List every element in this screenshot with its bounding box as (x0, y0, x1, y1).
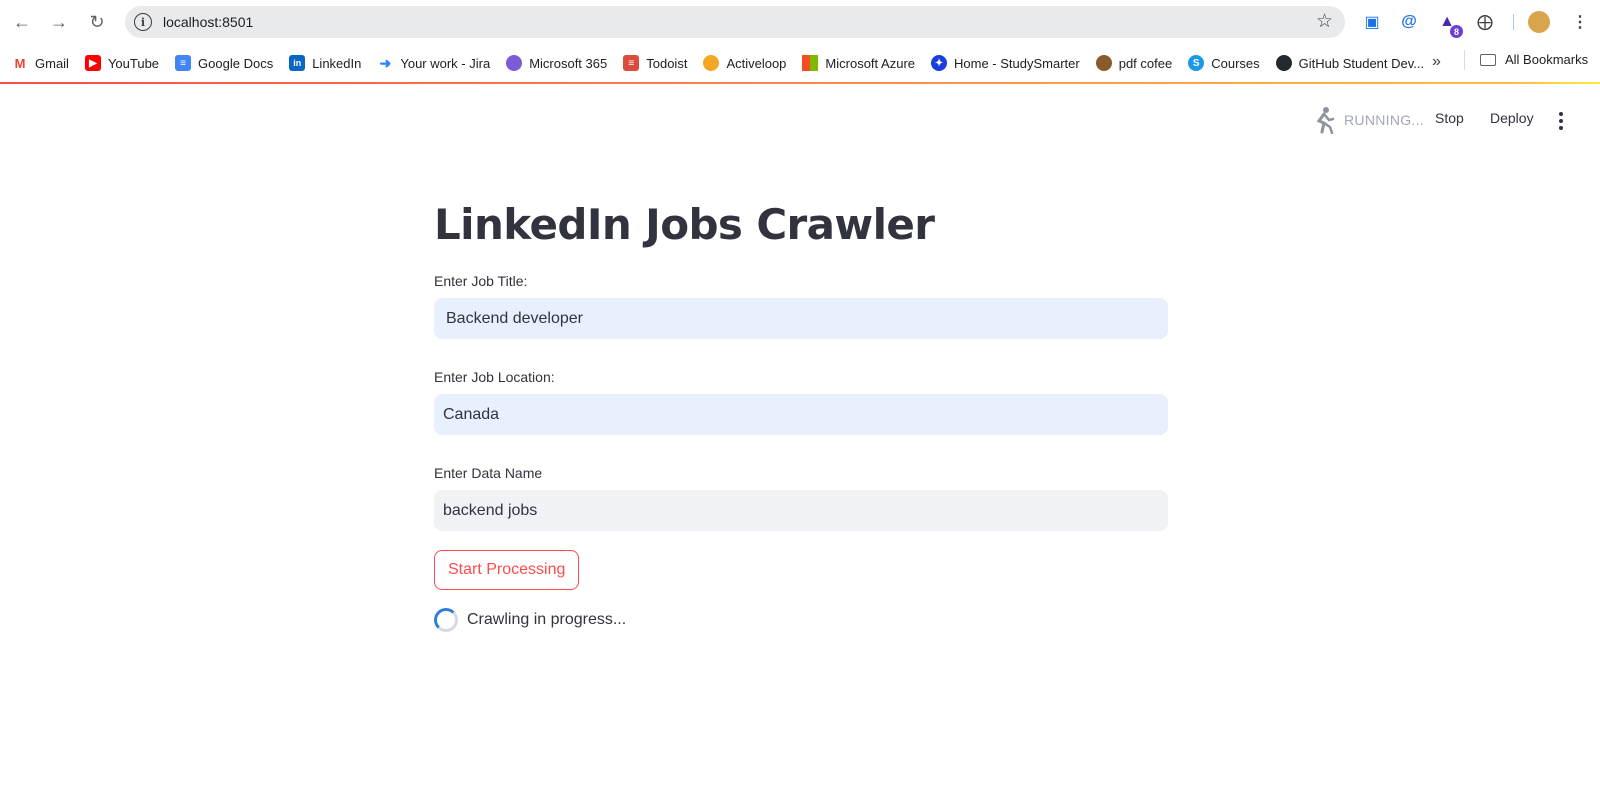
extension-cast-icon[interactable]: ▣ (1360, 10, 1384, 34)
url-text[interactable]: localhost:8501 (163, 14, 253, 30)
page-title: LinkedIn Jobs Crawler (434, 200, 935, 249)
bookmark-star-icon[interactable]: ☆ (1316, 10, 1333, 33)
bookmark-label: Your work - Jira (400, 55, 491, 71)
bookmark-label: LinkedIn (312, 55, 362, 71)
bookmark-label: Home - StudySmarter (954, 55, 1080, 71)
microsoft-azure-icon (802, 55, 819, 71)
job-title-label: Enter Job Title: (434, 273, 528, 289)
jira-icon: ➜ (379, 54, 392, 71)
browser-menu-icon[interactable]: ⋮ (1568, 10, 1592, 34)
back-icon[interactable]: ← (10, 10, 34, 34)
microsoft-365-icon (506, 55, 523, 71)
profile-avatar[interactable] (1528, 11, 1550, 33)
job-location-input[interactable]: Canada (434, 394, 1168, 435)
bookmark-github[interactable]: GitHub Student Dev... (1275, 55, 1425, 71)
bookmark-gmail[interactable]: M Gmail (12, 55, 69, 71)
job-title-input[interactable]: Backend developer (434, 298, 1168, 339)
bookmark-label: Activeloop (726, 55, 787, 71)
bookmark-jira[interactable]: ➜ Your work - Jira (377, 55, 490, 71)
progress-status: Crawling in progress... (434, 608, 1168, 632)
activeloop-icon (703, 55, 720, 71)
gmail-icon: M (14, 55, 26, 71)
bookmark-youtube[interactable]: ▶ YouTube (84, 55, 160, 71)
site-info-icon[interactable]: i (134, 13, 152, 31)
all-bookmarks-label: All Bookmarks (1505, 52, 1589, 67)
bookmark-activeloop[interactable]: Activeloop (703, 55, 786, 71)
loading-spinner-icon (434, 608, 458, 632)
address-bar[interactable]: i localhost:8501 ☆ (125, 6, 1345, 38)
bookmark-google-docs[interactable]: ≡ Google Docs (175, 55, 273, 71)
extension-badge: 8 (1450, 25, 1463, 38)
browser-toolbar: ← → ↻ i localhost:8501 ☆ ▣ @ ▲ 8 ⨁ ⋮ (0, 0, 1600, 44)
youtube-icon: ▶ (84, 55, 101, 71)
bookmark-label: GitHub Student Dev... (1298, 55, 1425, 71)
main-menu-icon[interactable] (1558, 112, 1564, 130)
todoist-icon: ≡ (623, 55, 640, 71)
github-icon (1275, 55, 1292, 71)
google-docs-icon: ≡ (175, 55, 192, 71)
bookmark-label: Google Docs (198, 55, 274, 71)
pdf-cofee-icon (1095, 55, 1112, 71)
reload-icon[interactable]: ↻ (85, 10, 109, 34)
bookmark-studysmarter[interactable]: ✦ Home - StudySmarter (931, 55, 1080, 71)
job-location-label: Enter Job Location: (434, 369, 555, 385)
bookmark-todoist[interactable]: ≡ Todoist (623, 55, 687, 71)
bookmark-microsoft-azure[interactable]: Microsoft Azure (802, 55, 915, 71)
bookmarks-overflow-icon[interactable]: » (1432, 53, 1441, 71)
bookmarks-bar: M Gmail ▶ YouTube ≡ Google Docs in LinkedIn … (0, 44, 1600, 82)
bookmark-label: Microsoft Azure (825, 55, 916, 71)
extensions-puzzle-icon[interactable]: ⨁ (1473, 10, 1497, 34)
running-man-icon (1316, 107, 1335, 134)
bookmark-label: Courses (1211, 55, 1260, 71)
toolbar-divider (1513, 14, 1514, 30)
bookmark-linkedin[interactable]: in LinkedIn (289, 55, 361, 71)
bookmarks-divider (1464, 50, 1465, 70)
forward-icon[interactable]: → (47, 10, 71, 34)
progress-text: Crawling in progress... (467, 611, 627, 628)
studysmarter-icon: ✦ (931, 55, 948, 71)
bookmark-label: Microsoft 365 (529, 55, 608, 71)
linkedin-icon: in (289, 55, 306, 71)
data-name-input[interactable]: backend jobs (434, 490, 1168, 531)
bookmark-pdf-cofee[interactable]: pdf cofee (1095, 55, 1173, 71)
extension-at-icon[interactable]: @ (1397, 10, 1421, 34)
app-header-decoration (0, 82, 1600, 84)
bookmark-courses[interactable]: S Courses (1188, 55, 1260, 71)
bookmark-label: pdf cofee (1118, 55, 1173, 71)
bookmark-label: YouTube (107, 55, 160, 71)
stop-button[interactable]: Stop (1435, 110, 1464, 126)
bookmark-label: Gmail (35, 55, 69, 71)
start-processing-button[interactable]: Start Processing (434, 550, 580, 590)
data-name-label: Enter Data Name (434, 465, 543, 481)
courses-icon: S (1188, 55, 1205, 71)
deploy-button[interactable]: Deploy (1490, 110, 1534, 126)
folder-icon (1480, 53, 1496, 66)
bookmark-microsoft-365[interactable]: Microsoft 365 (506, 55, 607, 71)
all-bookmarks-button[interactable]: All Bookmarks (1480, 52, 1588, 67)
app-main: LinkedIn Jobs Crawler Enter Job Title: B… (434, 200, 1168, 632)
extension-graduation-icon[interactable]: ▲ 8 (1435, 10, 1463, 38)
running-status: RUNNING... (1344, 112, 1424, 128)
bookmark-label: Todoist (646, 55, 688, 71)
